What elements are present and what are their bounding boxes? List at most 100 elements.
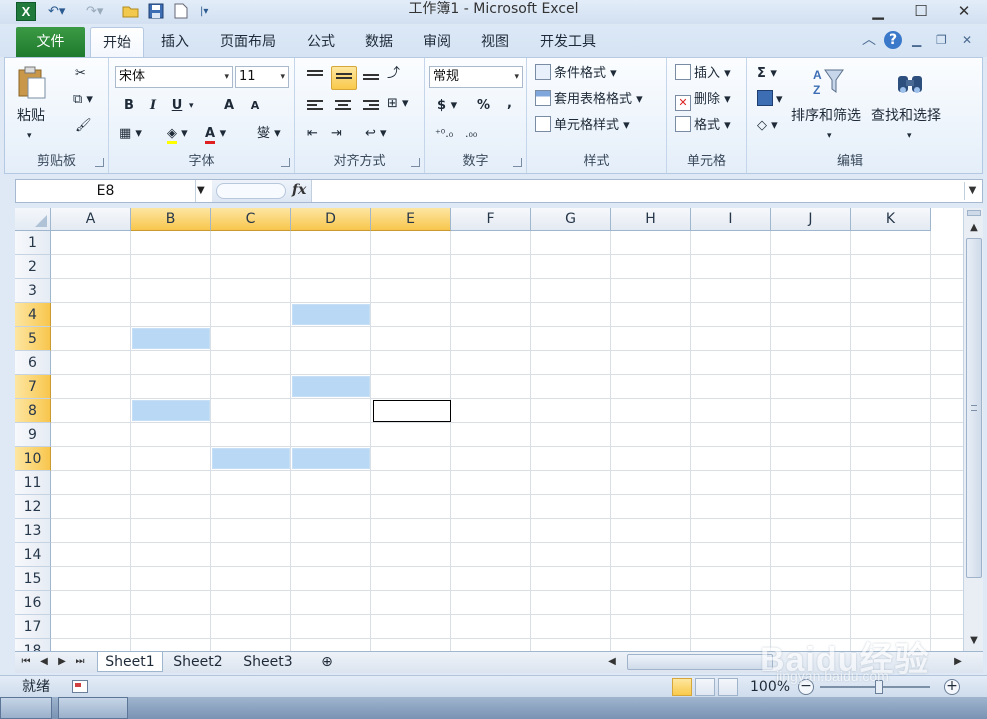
scroll-left-icon[interactable]: ◀ <box>605 654 619 670</box>
row-header-6[interactable]: 6 <box>15 351 51 375</box>
grow-font-button[interactable]: A <box>219 96 239 116</box>
scroll-up-icon[interactable]: ▲ <box>964 220 984 236</box>
row-header-3[interactable]: 3 <box>15 279 51 303</box>
tab-insert[interactable]: 插入 <box>150 27 200 57</box>
phonetic-button[interactable]: 燮 ▾ <box>257 124 281 144</box>
underline-button[interactable]: U <box>167 96 187 116</box>
selected-cell-d7[interactable] <box>292 376 370 397</box>
number-launcher-icon[interactable] <box>513 158 522 167</box>
horizontal-scrollbar[interactable]: ◀ ▶ <box>605 654 973 670</box>
column-header-e[interactable]: E <box>371 208 451 231</box>
prev-sheet-icon[interactable]: ◀ <box>37 654 51 670</box>
scroll-down-icon[interactable]: ▼ <box>964 633 984 649</box>
orientation-icon[interactable]: ⤴ <box>387 64 400 84</box>
name-box-dropdown-icon[interactable]: ▼ <box>197 180 211 202</box>
active-cell[interactable] <box>373 400 451 422</box>
format-cells-button[interactable]: 格式 ▾ <box>675 116 731 136</box>
tab-review[interactable]: 审阅 <box>412 27 462 57</box>
zoom-level[interactable]: 100% <box>750 676 790 698</box>
clear-eraser-icon[interactable]: ◇ ▾ <box>757 116 778 136</box>
normal-view-button[interactable] <box>672 678 692 696</box>
row-header-12[interactable]: 12 <box>15 495 51 519</box>
maximize-icon[interactable]: ☐ <box>907 2 935 22</box>
selected-cell-d10[interactable] <box>292 448 370 469</box>
sort-filter-icon[interactable]: AZ <box>811 66 847 98</box>
workbook-close-icon[interactable]: ✕ <box>962 31 972 49</box>
paste-icon[interactable] <box>15 66 49 100</box>
binoculars-icon[interactable] <box>895 68 925 98</box>
font-name-combo[interactable]: 宋体 ▾ <box>115 66 233 88</box>
fill-color-icon[interactable]: ◈ ▾ <box>167 124 188 144</box>
paste-dropdown-icon[interactable]: ▾ <box>27 126 32 146</box>
conditional-format-button[interactable]: 条件格式 ▾ <box>535 64 617 84</box>
currency-button[interactable]: $ ▾ <box>437 96 457 116</box>
align-bottom-icon[interactable] <box>363 74 379 88</box>
find-select-button[interactable]: 查找和选择 <box>871 106 941 126</box>
wrap-text-icon[interactable]: ↩ ▾ <box>365 124 387 144</box>
zoom-out-icon[interactable]: − <box>798 679 814 695</box>
column-header-k[interactable]: K <box>851 208 931 231</box>
autosum-button[interactable]: Σ ▾ <box>757 64 777 84</box>
insert-cells-button[interactable]: 插入 ▾ <box>675 64 731 84</box>
font-launcher-icon[interactable] <box>281 158 290 167</box>
close-icon[interactable]: ✕ <box>950 2 978 22</box>
taskbar-item[interactable] <box>58 697 128 719</box>
page-break-view-button[interactable] <box>718 678 738 696</box>
next-sheet-icon[interactable]: ▶ <box>55 654 69 670</box>
minimize-icon[interactable]: ▁ <box>864 2 892 22</box>
column-header-c[interactable]: C <box>211 208 291 231</box>
align-left-icon[interactable] <box>307 100 323 114</box>
format-as-table-button[interactable]: 套用表格格式 ▾ <box>535 90 643 110</box>
select-all-button[interactable] <box>15 208 51 231</box>
selected-cell-c10[interactable] <box>212 448 290 469</box>
row-header-14[interactable]: 14 <box>15 543 51 567</box>
column-header-b[interactable]: B <box>131 208 211 231</box>
vertical-scrollbar[interactable]: ▲ ▼ <box>963 208 983 651</box>
cell-styles-button[interactable]: 单元格样式 ▾ <box>535 116 630 136</box>
selected-cell-b8[interactable] <box>132 400 210 421</box>
tab-formulas[interactable]: 公式 <box>296 27 346 57</box>
align-center-icon[interactable] <box>335 100 351 114</box>
zoom-slider-thumb[interactable] <box>875 680 883 694</box>
page-layout-view-button[interactable] <box>695 678 715 696</box>
sheet-tab-sheet1[interactable]: Sheet1 <box>97 652 163 672</box>
sheet-tab-sheet3[interactable]: Sheet3 <box>235 652 301 672</box>
workbook-minimize-icon[interactable]: ▁ <box>912 31 921 49</box>
align-top-icon[interactable] <box>307 70 323 84</box>
increase-decimal-icon[interactable]: ⁺⁰.₀ <box>435 124 453 144</box>
help-icon[interactable]: ? <box>884 31 902 49</box>
decrease-indent-icon[interactable]: ⇤ <box>307 124 318 144</box>
vertical-scroll-thumb[interactable] <box>966 238 982 578</box>
alignment-launcher-icon[interactable] <box>411 158 420 167</box>
decrease-decimal-icon[interactable]: .₀₀ <box>465 124 477 144</box>
tab-page-layout[interactable]: 页面布局 <box>208 27 288 57</box>
row-header-5[interactable]: 5 <box>15 327 51 351</box>
format-painter-icon[interactable]: 🖌 <box>75 116 92 136</box>
column-header-g[interactable]: G <box>531 208 611 231</box>
row-header-13[interactable]: 13 <box>15 519 51 543</box>
percent-button[interactable]: % <box>477 96 490 116</box>
find-select-dropdown-icon[interactable]: ▾ <box>907 126 912 146</box>
column-header-f[interactable]: F <box>451 208 531 231</box>
clipboard-launcher-icon[interactable] <box>95 158 104 167</box>
new-sheet-icon[interactable]: ⊕ <box>307 652 347 672</box>
column-header-i[interactable]: I <box>691 208 771 231</box>
font-color-button[interactable]: A ▾ <box>205 124 226 144</box>
bold-button[interactable]: B <box>119 96 139 116</box>
row-header-16[interactable]: 16 <box>15 591 51 615</box>
row-header-2[interactable]: 2 <box>15 255 51 279</box>
column-header-h[interactable]: H <box>611 208 691 231</box>
row-header-17[interactable]: 17 <box>15 615 51 639</box>
collapse-ribbon-icon[interactable]: ︿ <box>862 31 876 49</box>
taskbar-excel-icon[interactable] <box>0 697 52 719</box>
paste-button[interactable]: 粘贴 <box>17 106 45 126</box>
row-header-9[interactable]: 9 <box>15 423 51 447</box>
insert-function-button[interactable]: fx <box>292 182 306 198</box>
selected-cell-d4[interactable] <box>292 304 370 325</box>
row-header-15[interactable]: 15 <box>15 567 51 591</box>
tab-data[interactable]: 数据 <box>354 27 404 57</box>
horizontal-scroll-thumb[interactable] <box>627 654 773 670</box>
delete-cells-button[interactable]: ✕ 删除 ▾ <box>675 90 731 111</box>
tab-developer[interactable]: 开发工具 <box>528 27 608 57</box>
row-header-8[interactable]: 8 <box>15 399 51 423</box>
